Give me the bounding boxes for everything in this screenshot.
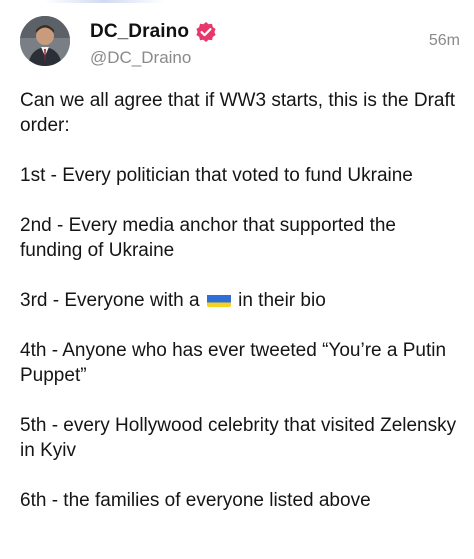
author-display-name[interactable]: DC_Draino xyxy=(90,21,189,43)
list-item-sixth: 6th - the families of everyone listed ab… xyxy=(20,490,371,511)
scroll-edge-shadow xyxy=(44,0,164,3)
list-item-second: 2nd - Every media anchor that supported … xyxy=(20,215,397,261)
post-intro: Can we all agree that if WW3 starts, thi… xyxy=(20,90,456,136)
post-timestamp[interactable]: 56m xyxy=(429,32,460,50)
list-item-third: 3rd - Everyone with a in their bio xyxy=(20,288,460,313)
list-item-third-after: in their bio xyxy=(238,290,326,311)
author-handle[interactable]: @DC_Draino xyxy=(90,48,217,68)
post-body: Can we all agree that if WW3 starts, thi… xyxy=(20,88,460,538)
list-item-first: 1st - Every politician that voted to fun… xyxy=(20,165,413,186)
list-item-fifth: 5th - every Hollywood celebrity that vis… xyxy=(20,415,457,461)
list-item-third-before: 3rd - Everyone with a xyxy=(20,290,200,311)
author-block[interactable]: DC_Draino @DC_Draino xyxy=(90,20,217,68)
post-header: DC_Draino @DC_Draino 56m xyxy=(20,16,460,72)
list-item-fourth: 4th - Anyone who has ever tweeted “You’r… xyxy=(20,340,447,386)
avatar-image xyxy=(20,16,70,66)
verified-badge-icon xyxy=(195,21,217,43)
avatar[interactable] xyxy=(20,16,70,66)
ukraine-flag-icon xyxy=(206,292,231,307)
